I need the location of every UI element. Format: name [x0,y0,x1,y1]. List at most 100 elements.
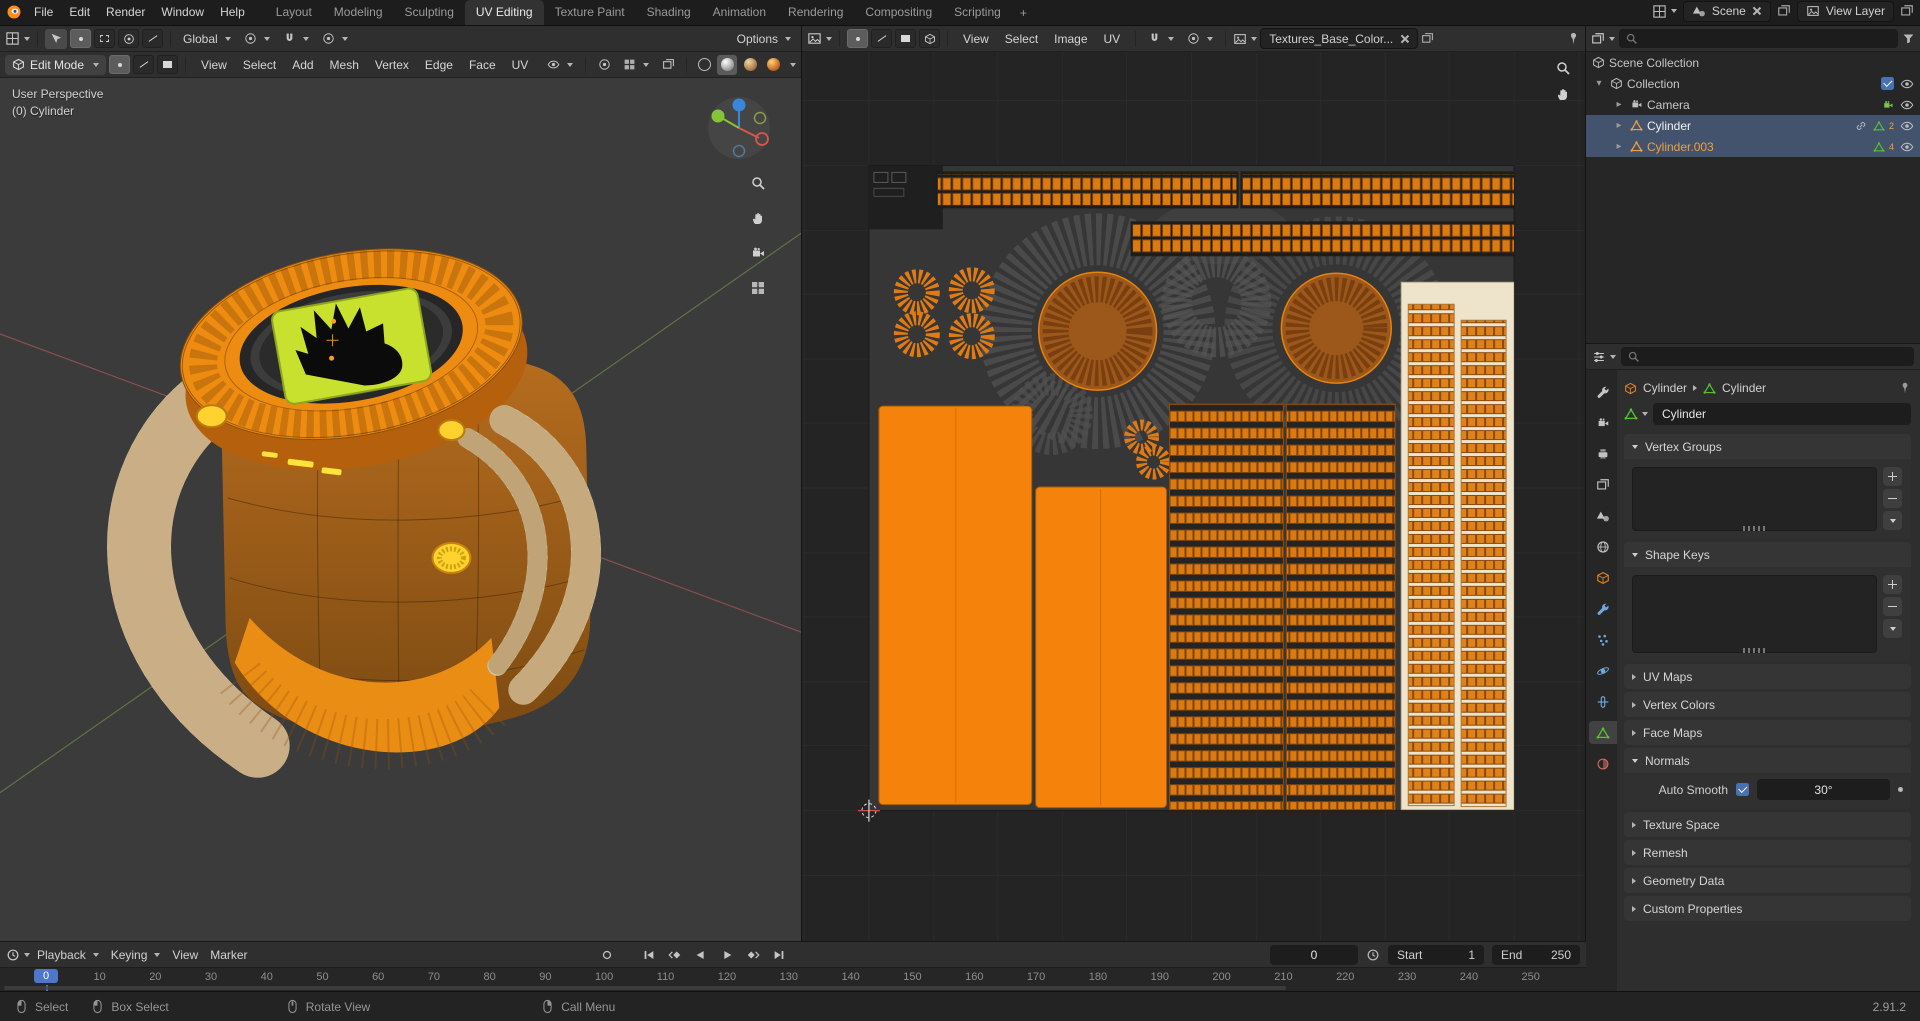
viewport-menu-item[interactable]: View [193,55,235,75]
vertex-group-specials-button[interactable] [1883,511,1902,530]
select-mode-lasso-button[interactable] [142,29,163,48]
remove-shape-key-button[interactable] [1883,597,1902,616]
tab-output[interactable] [1589,442,1617,465]
shading-rendered-button[interactable] [763,55,783,75]
shape-keys-panel-header[interactable]: Shape Keys [1624,542,1911,567]
pan-hand-icon[interactable] [745,205,771,231]
uv-proportional-toggle[interactable] [1182,29,1218,49]
tab-rendering[interactable]: Rendering [777,0,854,25]
cylinder-hide-icon[interactable] [1900,119,1914,133]
face-maps-panel-header[interactable]: Face Maps [1624,720,1911,745]
viewport-menu-item[interactable]: Vertex [367,55,417,75]
options-dropdown[interactable]: Options [732,29,796,49]
pin-icon[interactable] [1567,32,1580,45]
viewport-menu-item[interactable]: UV [504,55,537,75]
gizmos-toggle[interactable] [593,55,615,75]
tab-shading[interactable]: Shading [636,0,702,25]
browse-image-icon[interactable] [1233,32,1258,46]
viewport-menu-item[interactable]: Mesh [322,55,367,75]
mode-dropdown[interactable]: Edit Mode [5,54,107,75]
face-select-button[interactable] [157,55,179,74]
cylinder003-hide-icon[interactable] [1900,140,1914,154]
data-name-field[interactable]: Cylinder [1653,403,1911,425]
tab-object[interactable] [1589,566,1617,589]
timeline-view-menu[interactable]: View [167,945,203,965]
tab-compositing[interactable]: Compositing [854,0,943,25]
viewport-menu-item[interactable]: Add [284,55,321,75]
prev-keyframe-button[interactable] [663,945,687,965]
vertex-groups-panel-header[interactable]: Vertex Groups [1624,434,1911,459]
uv-menu-item[interactable]: Image [1046,29,1095,49]
keying-dropdown[interactable]: Keying [106,945,166,965]
playback-dropdown[interactable]: Playback [32,945,104,965]
remesh-panel-header[interactable]: Remesh [1624,840,1911,865]
viewport-menu-item[interactable]: Edge [417,55,461,75]
select-mode-tweak-button[interactable] [70,29,91,48]
outliner-row-scene-collection[interactable]: Scene Collection [1586,52,1920,73]
custom-properties-panel-header[interactable]: Custom Properties [1624,896,1911,921]
blender-logo-icon[interactable] [6,4,22,20]
select-mode-box-button[interactable] [94,29,115,48]
menubar-item[interactable]: Render [98,2,153,22]
navigation-gizmo[interactable] [705,94,773,165]
edge-select-button[interactable] [133,55,155,74]
select-mode-circle-button[interactable] [118,29,139,48]
view-layer-selector[interactable]: View Layer [1796,0,1894,22]
shading-material-button[interactable] [740,55,760,75]
viewport-canvas[interactable]: User Perspective (0) Cylinder [0,78,801,941]
jump-to-start-button[interactable] [637,945,661,965]
menubar-item[interactable]: File [26,2,61,22]
timeline-marker-menu[interactable]: Marker [205,945,252,965]
tab-texture-paint[interactable]: Texture Paint [544,0,636,25]
uv-menu-item[interactable]: Select [997,29,1046,49]
shape-keys-list[interactable] [1632,575,1877,653]
shading-solid-button[interactable] [717,54,738,75]
tab-tool[interactable] [1589,380,1617,403]
properties-pin-icon[interactable] [1899,382,1911,394]
uv-snap-toggle[interactable] [1143,29,1179,49]
image-datablock-field[interactable]: Textures_Base_Color... [1260,28,1419,49]
tab-sculpting[interactable]: Sculpting [394,0,465,25]
active-tool-icon[interactable] [45,28,67,49]
texture-space-panel-header[interactable]: Texture Space [1624,812,1911,837]
uv-edge-select-button[interactable] [871,29,892,48]
remove-vertex-group-button[interactable] [1883,489,1902,508]
tab-animation[interactable]: Animation [702,0,777,25]
uv-island-select-button[interactable] [919,29,940,48]
auto-smooth-angle-field[interactable]: 30° [1757,779,1890,800]
filter-icon[interactable] [1902,32,1915,45]
add-workspace-button[interactable]: + [1012,1,1035,25]
animate-property-dot[interactable] [1898,787,1903,792]
resize-grip[interactable] [1742,648,1767,653]
outliner-row-camera[interactable]: ▸ Camera [1586,94,1920,115]
crumb-data-label[interactable]: Cylinder [1722,381,1766,395]
vertex-colors-panel-header[interactable]: Vertex Colors [1624,692,1911,717]
end-frame-field[interactable]: End 250 [1492,944,1580,965]
tab-modeling[interactable]: Modeling [323,0,394,25]
viewport-menu-item[interactable]: Face [461,55,504,75]
properties-editor-type-icon[interactable] [1592,350,1616,364]
scene-unlink-icon[interactable] [1752,6,1762,16]
snap-toggle[interactable] [278,29,314,49]
tab-constraints[interactable] [1589,690,1617,713]
timeline-ruler[interactable]: 0 10 20 30 40 50 60 70 80 90 100 110 120 130 140 150 160… [0,968,1586,991]
play-reverse-button[interactable] [689,945,713,965]
outliner-row-collection[interactable]: ▾ Collection [1586,73,1920,94]
new-scene-icon[interactable] [1777,4,1791,18]
tab-modifiers[interactable] [1589,597,1617,620]
outliner-row-cylinder003[interactable]: ▸ Cylinder.003 4 [1586,136,1920,157]
ortho-grid-icon[interactable] [745,275,771,301]
display-mode-icon[interactable] [1652,4,1677,19]
tab-uv-editing[interactable]: UV Editing [464,0,544,25]
tab-render[interactable] [1589,411,1617,434]
outliner-row-cylinder[interactable]: ▸ Cylinder 2 [1586,115,1920,136]
normals-panel-header[interactable]: Normals [1624,748,1911,773]
tab-layout[interactable]: Layout [265,0,323,25]
vertex-groups-list[interactable] [1632,467,1877,531]
uv-editor-type-icon[interactable] [807,31,832,46]
tab-scripting[interactable]: Scripting [943,0,1012,25]
tab-world[interactable] [1589,535,1617,558]
current-frame-field[interactable]: 0 [1270,944,1358,965]
properties-search-input[interactable] [1621,347,1914,366]
crumb-object-label[interactable]: Cylinder [1643,381,1687,395]
